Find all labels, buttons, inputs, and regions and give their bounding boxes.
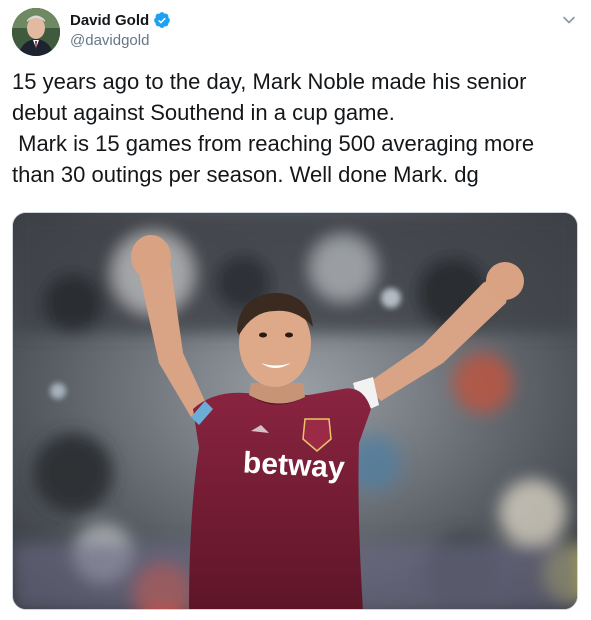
verified-badge-icon [153, 11, 171, 29]
shirt-sponsor: betway [242, 446, 346, 484]
tweet-photo[interactable]: betway [12, 212, 578, 610]
tweet-menu-button[interactable] [559, 10, 579, 30]
author-handle[interactable]: @davidgold [70, 32, 149, 49]
author-name-row[interactable]: David Gold [70, 11, 171, 29]
tweet-text: 15 years ago to the day, Mark Noble made… [12, 69, 535, 187]
display-name[interactable]: David Gold [70, 12, 149, 29]
avatar[interactable] [12, 8, 60, 56]
chevron-down-icon [563, 16, 575, 24]
tweet-card: David Gold @davidgold 15 years ago to th… [0, 0, 591, 620]
